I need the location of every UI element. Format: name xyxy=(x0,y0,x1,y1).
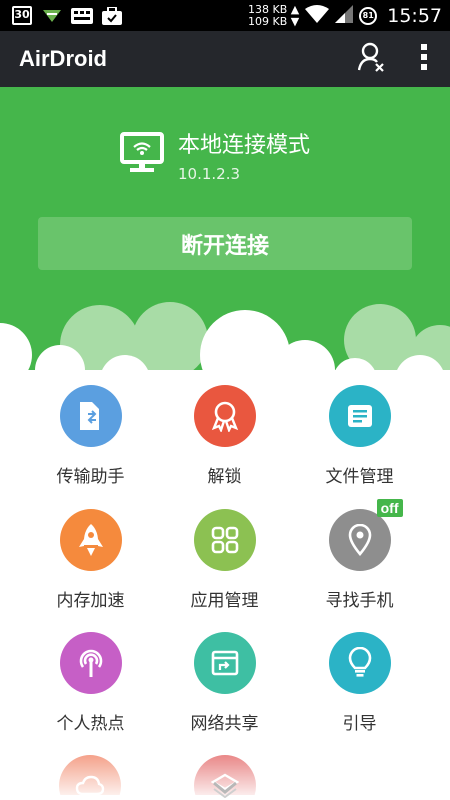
keyboard-icon xyxy=(71,6,93,26)
tool-label: 传输助手 xyxy=(56,467,125,487)
network-share-icon xyxy=(193,632,256,694)
location-pin-icon: off xyxy=(328,499,403,571)
off-badge: off xyxy=(376,499,403,517)
apps-grid-icon xyxy=(193,509,256,571)
download-icon xyxy=(41,6,63,26)
app-title: AirDroid xyxy=(19,46,107,71)
overflow-menu-icon xyxy=(420,44,428,74)
unlock-badge-icon xyxy=(193,385,256,447)
calendar-icon: 30 xyxy=(11,6,33,26)
tool-label: 网络共享 xyxy=(190,714,259,734)
user-remove-icon xyxy=(357,42,386,76)
battery-level: 81 xyxy=(362,11,374,20)
computer-wifi-icon xyxy=(120,131,164,179)
tool-label: 解锁 xyxy=(207,467,242,487)
status-bar: 30 138 KB ▲ 109 KB ▼ 81 15:57 xyxy=(0,0,450,31)
tool-label: 引导 xyxy=(342,714,377,734)
clock: 15:57 xyxy=(387,4,442,27)
overflow-menu-button[interactable] xyxy=(398,31,450,87)
connection-mode: 本地连接模式 xyxy=(178,133,311,158)
net-up: 138 KB ▲ xyxy=(248,2,300,16)
net-down: 109 KB ▼ xyxy=(248,14,300,28)
lightbulb-icon xyxy=(328,632,391,694)
tool-guide[interactable]: 引导 xyxy=(292,632,427,734)
tool-label: 个人热点 xyxy=(56,714,125,734)
tool-memory-boost[interactable]: 内存加速 xyxy=(23,509,158,611)
user-remove-button[interactable] xyxy=(346,31,398,87)
tool-file-manager[interactable]: 文件管理 xyxy=(292,385,427,487)
tool-network-share[interactable]: 网络共享 xyxy=(157,632,292,734)
tool-label: 寻找手机 xyxy=(325,591,394,611)
connection-ip: 10.1.2.3 xyxy=(178,165,241,183)
tool-app-manager[interactable]: 应用管理 xyxy=(157,509,292,611)
tool-label: 文件管理 xyxy=(325,467,394,487)
wifi-icon xyxy=(305,4,330,27)
app-bar: AirDroid xyxy=(0,31,450,87)
tool-label: 应用管理 xyxy=(190,591,259,611)
calendar-day: 30 xyxy=(12,6,32,25)
tool-unlock[interactable]: 解锁 xyxy=(157,385,292,487)
hotspot-icon xyxy=(59,632,122,694)
file-manager-icon xyxy=(328,385,391,447)
tool-transfer-assistant[interactable]: 传输助手 xyxy=(23,385,158,487)
tool-hotspot[interactable]: 个人热点 xyxy=(23,632,158,734)
chevron-down-icon[interactable] xyxy=(210,780,240,798)
rocket-icon xyxy=(59,509,122,571)
network-speed: 138 KB ▲ 109 KB ▼ xyxy=(248,2,300,28)
file-transfer-icon xyxy=(59,385,122,447)
briefcase-icon xyxy=(101,6,123,26)
disconnect-button[interactable]: 断开连接 xyxy=(38,217,412,270)
tool-label: 内存加速 xyxy=(56,591,125,611)
tool-find-phone[interactable]: off 寻找手机 xyxy=(292,499,427,611)
signal-icon xyxy=(335,4,354,27)
battery-icon: 81 xyxy=(359,6,378,25)
